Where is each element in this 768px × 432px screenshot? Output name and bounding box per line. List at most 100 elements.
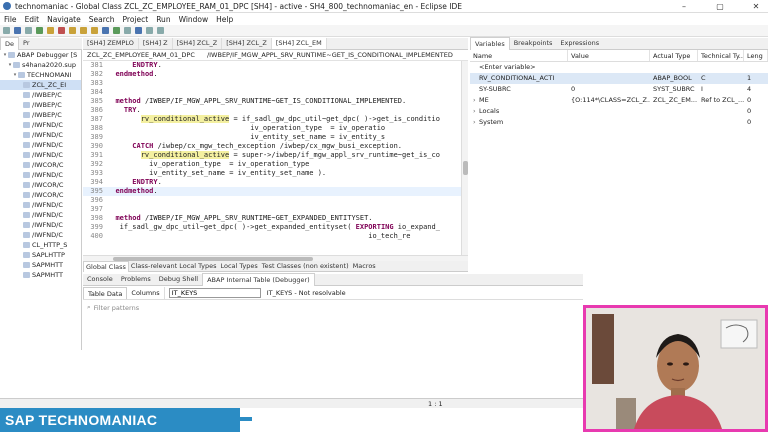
variable-row[interactable]: SY-SUBRC 0 SYST_SUBRC I 4 xyxy=(470,84,768,95)
console-view-tab[interactable]: Problems xyxy=(117,273,155,286)
code-line[interactable]: 400 io_tech_re xyxy=(83,232,461,241)
forward-icon[interactable] xyxy=(157,27,164,34)
code-line[interactable]: 395 endmethod. xyxy=(83,187,461,196)
variable-row[interactable]: <Enter variable> xyxy=(470,62,768,73)
editor-tab[interactable]: [SH4] ZEMPLO xyxy=(83,38,139,49)
variable-row[interactable]: RV_CONDITIONAL_ACTI ABAP_BOOL C 1 xyxy=(470,73,768,84)
tree-item[interactable]: SAPMHTT xyxy=(0,260,81,270)
menu-search[interactable]: Search xyxy=(89,15,115,24)
variable-row[interactable]: › ME {O:114*\CLASS=ZCL_Z... ZCL_ZC_EM... Ref… xyxy=(470,95,768,106)
code-line[interactable]: 390 CATCH /iwbep/cx_mgw_tech_exception /… xyxy=(83,142,461,151)
back-icon[interactable] xyxy=(146,27,153,34)
breadcrumb-class[interactable]: ZCL_ZC_EMPLOYEE_RAM_01_DPC xyxy=(87,51,195,59)
run-icon[interactable] xyxy=(113,27,120,34)
step-into-icon[interactable] xyxy=(69,27,76,34)
variable-row[interactable]: › System 0 xyxy=(470,117,768,128)
tree-item[interactable]: /IWFND/C xyxy=(0,210,81,220)
tree-item[interactable]: /IWFND/C xyxy=(0,140,81,150)
scroll-thumb[interactable] xyxy=(463,161,468,175)
code-line[interactable]: 393 iv_entity_set_name = iv_entity_set_n… xyxy=(83,169,461,178)
code-line[interactable]: 385 method /IWBEP/IF_MGW_APPL_SRV_RUNTIM… xyxy=(83,97,461,106)
menu-edit[interactable]: Edit xyxy=(25,15,40,24)
open-type-icon[interactable] xyxy=(135,27,142,34)
editor-tab[interactable]: [SH4] Z xyxy=(139,38,173,49)
editor-tab[interactable]: [SH4] ZCL_EM xyxy=(271,38,327,49)
menu-project[interactable]: Project xyxy=(123,15,149,24)
code-line[interactable]: 384 xyxy=(83,88,461,97)
resume-icon[interactable] xyxy=(36,27,43,34)
tree-item[interactable]: SAPLHTTP xyxy=(0,250,81,260)
code-line[interactable]: 396 xyxy=(83,196,461,205)
close-button[interactable]: ✕ xyxy=(744,0,768,13)
tree-item[interactable]: ZCL_ZC_EI xyxy=(0,80,81,90)
column-actual-type[interactable]: Actual Type xyxy=(650,50,698,61)
column-value[interactable]: Value xyxy=(568,50,650,61)
code-line[interactable]: 394 ENDTRY. xyxy=(83,178,461,187)
breadcrumb-method[interactable]: /IWBEP/IF_MGW_APPL_SRV_RUNTIME~GET_IS_CO… xyxy=(207,51,453,59)
code-line[interactable]: 397 xyxy=(83,205,461,214)
new-icon[interactable] xyxy=(3,27,10,34)
tree-item[interactable]: /IWFND/C xyxy=(0,200,81,210)
suspend-icon[interactable] xyxy=(47,27,54,34)
print-icon[interactable] xyxy=(25,27,32,34)
class-section-tab[interactable]: Macros xyxy=(351,261,378,272)
tree-item[interactable]: /IWFND/C xyxy=(0,120,81,130)
variables-view-tab[interactable]: Expressions xyxy=(556,37,603,50)
code-line[interactable]: 383 xyxy=(83,79,461,88)
code-line[interactable]: 388 iv_operation_type = iv_operatio xyxy=(83,124,461,133)
tab-debug[interactable]: De xyxy=(0,37,20,50)
tree-item[interactable]: CL_HTTP_S xyxy=(0,240,81,250)
variable-row[interactable]: › Locals 0 xyxy=(470,106,768,117)
column-length[interactable]: Leng xyxy=(744,50,768,61)
code-editor[interactable]: 381 ENDTRY. 382 endmethod. 383 384 385 metho… xyxy=(83,61,461,255)
editor-vertical-scrollbar[interactable] xyxy=(461,61,468,255)
column-technical-type[interactable]: Technical Ty... xyxy=(698,50,744,61)
menu-navigate[interactable]: Navigate xyxy=(47,15,81,24)
debug-icon[interactable] xyxy=(102,27,109,34)
column-name[interactable]: Name xyxy=(470,50,568,61)
code-line[interactable]: 389 iv_entity_set_name = iv_entity_s xyxy=(83,133,461,142)
tree-item[interactable]: /IWFND/C xyxy=(0,130,81,140)
code-line[interactable]: 399 if_sadl_gw_dpc_util~get_dpc( )->get_… xyxy=(83,223,461,232)
save-icon[interactable] xyxy=(14,27,21,34)
console-view-tab[interactable]: Debug Shell xyxy=(155,273,202,286)
tree-item[interactable]: SAPMHTT xyxy=(0,270,81,280)
code-line[interactable]: 386 TRY. xyxy=(83,106,461,115)
tab-project-explorer[interactable]: Pr xyxy=(19,37,33,50)
code-line[interactable]: 381 ENDTRY. xyxy=(83,61,461,70)
variables-view-tab[interactable]: Breakpoints xyxy=(510,37,557,50)
tree-item[interactable]: /IWFND/C xyxy=(0,150,81,160)
step-return-icon[interactable] xyxy=(91,27,98,34)
search-icon[interactable] xyxy=(124,27,131,34)
filter-patterns-input[interactable]: Filter patterns xyxy=(94,304,139,312)
class-section-tab[interactable]: Global Class xyxy=(83,261,129,272)
class-section-tab[interactable]: Test Classes (non existent) xyxy=(260,261,351,272)
tab-table-data[interactable]: Table Data xyxy=(83,287,128,299)
tree-item[interactable]: /IWFND/C xyxy=(0,230,81,240)
code-line[interactable]: 398 method /IWBEP/IF_MGW_APPL_SRV_RUNTIM… xyxy=(83,214,461,223)
tree-item[interactable]: /IWBEP/C xyxy=(0,110,81,120)
code-line[interactable]: 382 endmethod. xyxy=(83,70,461,79)
tree-item[interactable]: ▾ ABAP Debugger [S xyxy=(0,50,81,60)
variables-view-tab[interactable]: Variables xyxy=(470,37,510,50)
tree-item[interactable]: /IWBEP/C xyxy=(0,90,81,100)
tree-item[interactable]: /IWFND/C xyxy=(0,170,81,180)
editor-tab[interactable]: [SH4] ZCL_Z xyxy=(222,38,272,49)
class-section-tab[interactable]: Local Types xyxy=(218,261,259,272)
menu-window[interactable]: Window xyxy=(179,15,209,24)
menu-help[interactable]: Help xyxy=(216,15,233,24)
code-line[interactable]: 391 rv_conditional_active = super->/iwbe… xyxy=(83,151,461,160)
tree-item[interactable]: /IWFND/C xyxy=(0,220,81,230)
internal-table-name-input[interactable] xyxy=(168,288,261,298)
tree-item[interactable]: /IWCOR/C xyxy=(0,190,81,200)
terminate-icon[interactable] xyxy=(58,27,65,34)
tree-item[interactable]: ▾ TECHNOMANI xyxy=(0,70,81,80)
tree-item[interactable]: /IWCOR/C xyxy=(0,180,81,190)
class-section-tab[interactable]: Class-relevant Local Types xyxy=(129,261,219,272)
console-view-tab[interactable]: ABAP Internal Table (Debugger) xyxy=(202,273,315,286)
step-over-icon[interactable] xyxy=(80,27,87,34)
tree-item[interactable]: ▾ s4hana2020.sup xyxy=(0,60,81,70)
minimize-button[interactable]: – xyxy=(672,0,696,13)
menu-run[interactable]: Run xyxy=(156,15,170,24)
editor-tab[interactable]: [SH4] ZCL_Z xyxy=(173,38,223,49)
